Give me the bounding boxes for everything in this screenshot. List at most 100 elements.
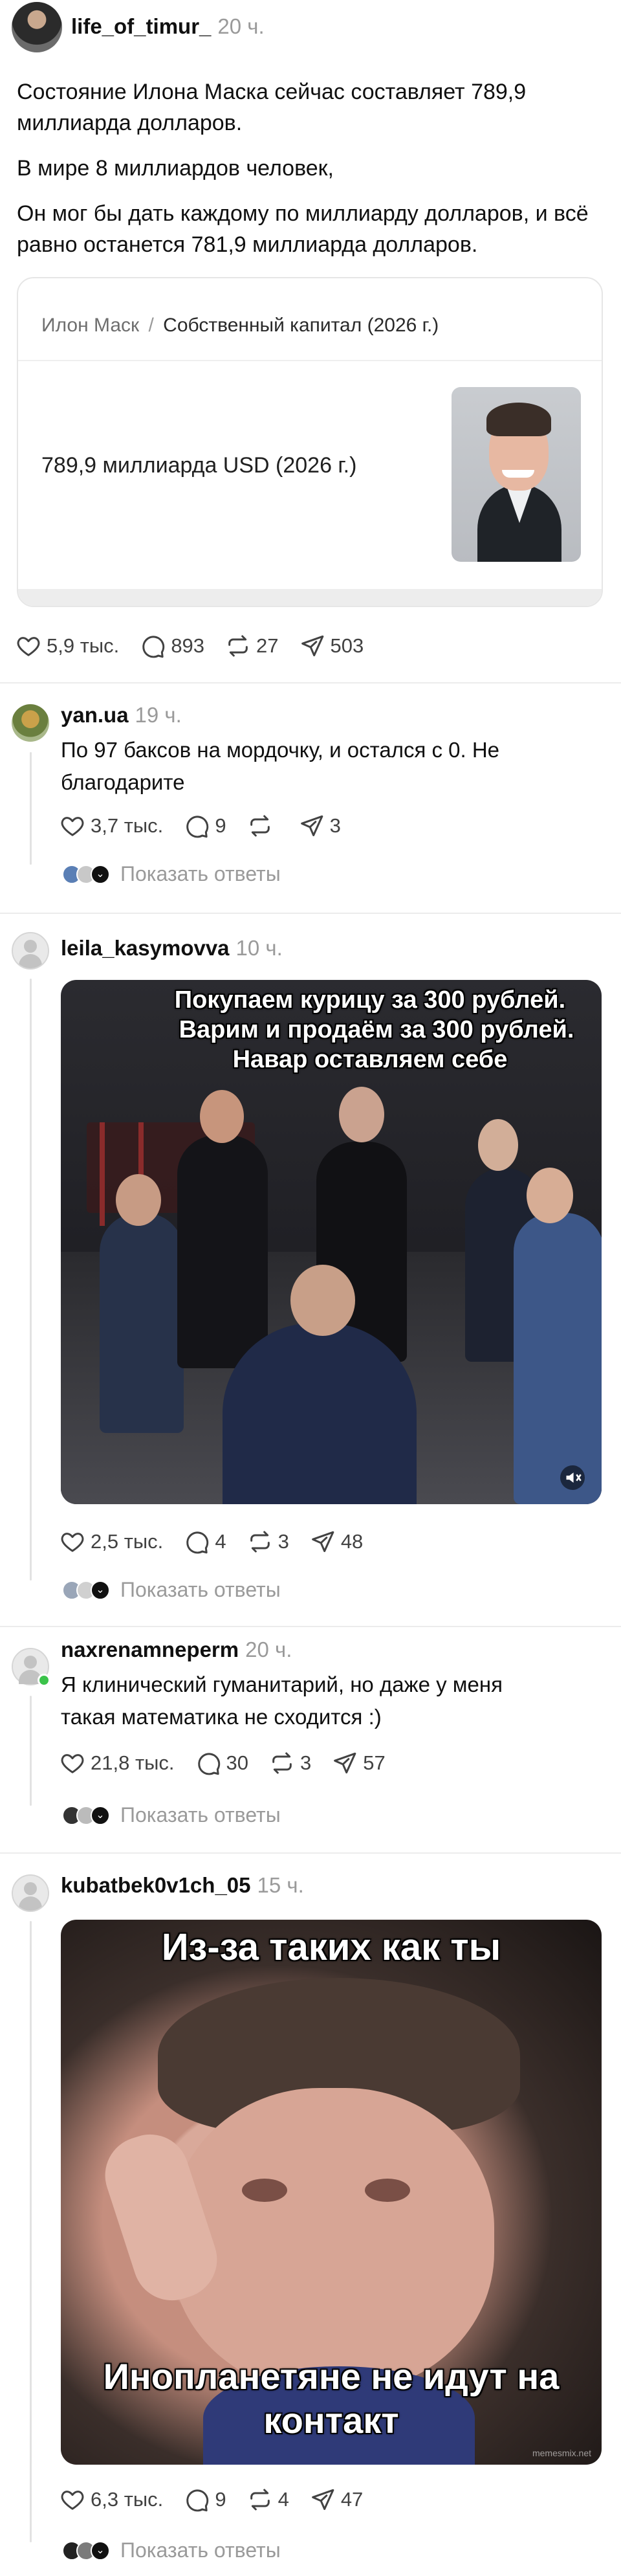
comment-button[interactable]: 9 <box>184 2487 226 2513</box>
comment-button[interactable]: 4 <box>184 1529 226 1555</box>
meme-image[interactable]: Из-за таких как ты Инопланетяне не идут … <box>61 1920 602 2465</box>
comment-count: 4 <box>215 1530 226 1553</box>
share-count: 3 <box>329 814 341 837</box>
like-button[interactable]: 6,3 тыс. <box>60 2487 163 2513</box>
mute-icon[interactable] <box>560 1465 585 1490</box>
avatar[interactable] <box>12 1874 49 1912</box>
post-time: 20 ч. <box>217 14 265 38</box>
meme-caption: Варим и продаём за 300 рублей. <box>179 1016 574 1043</box>
comment-icon <box>184 2487 210 2513</box>
like-count: 2,5 тыс. <box>91 1530 164 1553</box>
repost-count: 27 <box>256 634 279 657</box>
show-replies[interactable]: ⌄ Показать ответы <box>62 2538 281 2562</box>
username[interactable]: leila_kasymovva <box>61 936 230 960</box>
show-replies-label: Показать ответы <box>120 1803 281 1827</box>
like-button[interactable]: 2,5 тыс. <box>60 1529 163 1555</box>
share-count: 48 <box>340 1530 364 1553</box>
reply-author[interactable]: yan.ua 19 ч. <box>61 703 182 727</box>
repost-button[interactable]: 4 <box>247 2487 289 2513</box>
repost-button[interactable] <box>247 813 278 839</box>
divider <box>0 682 621 683</box>
share-icon <box>310 2487 336 2513</box>
repost-count: 4 <box>278 2488 289 2511</box>
share-button[interactable]: 47 <box>310 2487 363 2513</box>
chevron-down-icon: ⌄ <box>91 864 110 884</box>
comment-count: 9 <box>215 814 226 837</box>
username[interactable]: yan.ua <box>61 703 129 727</box>
reply-time: 20 ч. <box>245 1638 292 1661</box>
repost-icon <box>225 633 251 659</box>
reply-text: По 97 баксов на мордочку, и остался с 0.… <box>61 738 500 794</box>
heart-icon <box>60 813 85 839</box>
post-paragraph: Состояние Илона Маска сейчас составляет … <box>17 80 527 135</box>
comment-count: 9 <box>215 2488 226 2511</box>
avatar[interactable] <box>12 704 49 742</box>
comment-button[interactable]: 893 <box>140 633 204 659</box>
comment-count: 893 <box>171 634 205 657</box>
username[interactable]: life_of_timur_ <box>71 14 211 38</box>
meme-caption: Навар оставляем себе <box>232 1046 508 1073</box>
comment-icon <box>140 633 166 659</box>
repost-icon <box>247 813 273 839</box>
share-button[interactable]: 48 <box>310 1529 363 1555</box>
meme-image[interactable]: Покупаем курицу за 300 рублей. Варим и п… <box>61 980 602 1504</box>
post-paragraph: Он мог бы дать каждому по миллиарду долл… <box>17 201 589 257</box>
comment-count: 30 <box>226 1751 249 1774</box>
share-button[interactable]: 503 <box>300 633 364 659</box>
comment-icon <box>184 1529 210 1555</box>
username[interactable]: naxrenamneperm <box>61 1638 239 1661</box>
show-replies[interactable]: ⌄ Показать ответы <box>62 1578 281 1602</box>
repost-button[interactable]: 27 <box>225 633 279 659</box>
repost-icon <box>247 1529 273 1555</box>
avatar[interactable] <box>12 1648 50 1687</box>
like-count: 5,9 тыс. <box>47 634 120 657</box>
repost-count: 3 <box>278 1530 289 1553</box>
like-count: 6,3 тыс. <box>91 2488 164 2511</box>
comment-button[interactable]: 9 <box>184 813 226 839</box>
share-button[interactable]: 57 <box>332 1750 386 1776</box>
meme-caption: Из-за таких как ты <box>161 1926 501 1968</box>
share-icon <box>332 1750 358 1776</box>
show-replies[interactable]: ⌄ Показать ответы <box>62 862 281 886</box>
reply-author[interactable]: leila_kasymovva 10 ч. <box>61 936 283 960</box>
like-button[interactable]: 21,8 тыс. <box>60 1750 175 1776</box>
thread-line <box>30 752 32 865</box>
comment-icon <box>184 813 210 839</box>
reply-author[interactable]: naxrenamneperm 20 ч. <box>61 1638 292 1662</box>
thread-line <box>30 979 32 1581</box>
reply-actions: 21,8 тыс. 30 3 57 <box>60 1749 406 1777</box>
repost-count: 3 <box>300 1751 312 1774</box>
show-replies-label: Показать ответы <box>120 862 281 885</box>
post-author[interactable]: life_of_timur_ 20 ч. <box>71 14 265 39</box>
reply-time: 15 ч. <box>257 1873 304 1897</box>
link-card[interactable]: Илон Маск / Собственный капитал (2026 г.… <box>17 277 603 607</box>
avatar[interactable] <box>12 932 49 970</box>
reply-author[interactable]: kubatbek0v1ch_05 15 ч. <box>61 1873 304 1898</box>
heart-icon <box>60 2487 85 2513</box>
thread-line <box>30 1696 32 1806</box>
repost-button[interactable]: 3 <box>247 1529 289 1555</box>
post-actions: 5,9 тыс. 893 27 503 <box>16 632 384 660</box>
reply-actions: 6,3 тыс. 9 4 47 <box>60 2485 384 2514</box>
share-button[interactable]: 3 <box>299 813 341 839</box>
like-button[interactable]: 3,7 тыс. <box>60 813 163 839</box>
comment-icon <box>195 1750 221 1776</box>
share-count: 503 <box>330 634 364 657</box>
meme-caption: Покупаем курицу за 300 рублей. <box>174 986 566 1014</box>
post-paragraph: В мире 8 миллиардов человек, <box>17 156 334 181</box>
chevron-down-icon: ⌄ <box>91 2540 110 2560</box>
show-replies-label: Показать ответы <box>120 2538 281 2562</box>
heart-icon <box>60 1750 85 1776</box>
comment-button[interactable]: 30 <box>195 1750 248 1776</box>
like-count: 3,7 тыс. <box>91 814 164 837</box>
card-breadcrumb: Илон Маск / Собственный капитал (2026 г.… <box>41 315 439 336</box>
heart-icon <box>16 633 41 659</box>
divider <box>0 913 621 914</box>
share-icon <box>310 1529 336 1555</box>
avatar[interactable] <box>12 2 62 52</box>
repost-button[interactable]: 3 <box>269 1750 311 1776</box>
share-icon <box>300 633 325 659</box>
show-replies[interactable]: ⌄ Показать ответы <box>62 1803 281 1827</box>
like-button[interactable]: 5,9 тыс. <box>16 633 119 659</box>
username[interactable]: kubatbek0v1ch_05 <box>61 1873 251 1897</box>
